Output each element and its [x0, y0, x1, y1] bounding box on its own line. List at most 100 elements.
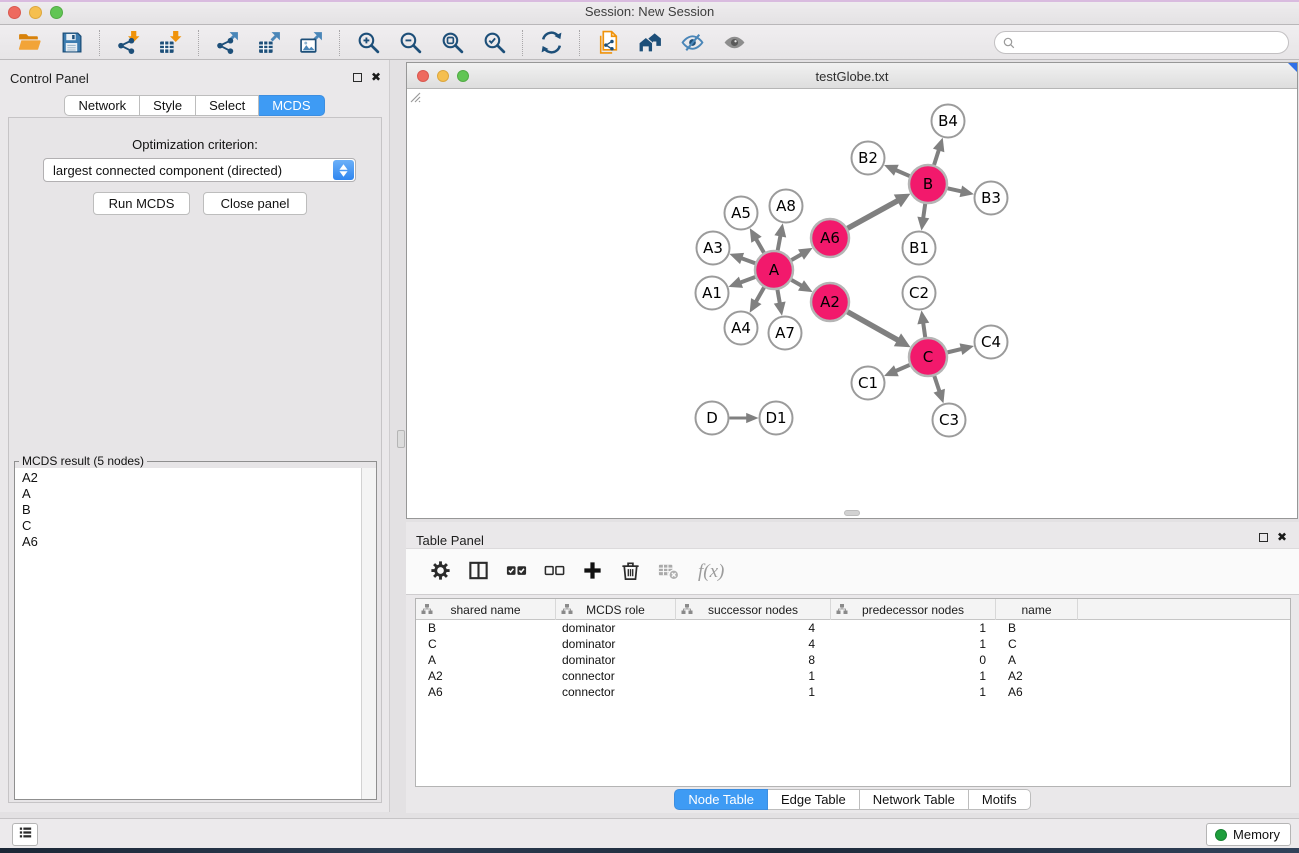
open-file-button[interactable] — [14, 28, 44, 58]
search-input[interactable] — [1021, 33, 1281, 52]
table-row[interactable]: Bdominator41B — [416, 620, 1290, 636]
table-row[interactable]: A6connector11A6 — [416, 684, 1290, 700]
tab-network-table[interactable]: Network Table — [860, 789, 969, 810]
node-C2[interactable]: C2 — [903, 277, 936, 310]
add-button[interactable] — [579, 558, 607, 586]
node-D[interactable]: D — [696, 402, 729, 435]
memory-button[interactable]: Memory — [1206, 823, 1291, 846]
edge-A-A1[interactable] — [728, 277, 755, 288]
mcds-result-item[interactable]: A2 — [15, 470, 361, 486]
resize-grip-icon[interactable] — [407, 89, 421, 103]
gear-button[interactable] — [427, 558, 455, 586]
import-table-button[interactable] — [155, 28, 185, 58]
open-session-file-button[interactable] — [593, 28, 623, 58]
edge-A2-C[interactable] — [847, 312, 910, 347]
table-panel-float-button[interactable] — [1259, 533, 1268, 542]
task-history-button[interactable] — [12, 823, 38, 846]
column-header-successor-nodes[interactable]: successor nodes — [676, 599, 831, 620]
unselect-all-button[interactable] — [541, 558, 569, 586]
trash-button[interactable] — [617, 558, 645, 586]
node-A6[interactable]: A6 — [811, 219, 849, 257]
edge-B-B3[interactable] — [948, 185, 974, 197]
edge-A-A6[interactable] — [791, 248, 812, 260]
edge-C-C1[interactable] — [884, 365, 910, 376]
hide-eye-button[interactable] — [677, 28, 707, 58]
node-C[interactable]: C — [909, 338, 947, 376]
edge-A-A8[interactable] — [774, 223, 786, 250]
node-B1[interactable]: B1 — [903, 232, 936, 265]
node-A[interactable]: A — [755, 251, 793, 289]
table-panel-close-button[interactable]: ✖ — [1277, 532, 1287, 542]
edge-A-A5[interactable] — [750, 228, 764, 253]
node-B[interactable]: B — [909, 165, 947, 203]
node-A8[interactable]: A8 — [770, 190, 803, 223]
node-A1[interactable]: A1 — [696, 277, 729, 310]
control-panel-close-button[interactable]: ✖ — [371, 72, 381, 82]
select-all-button[interactable] — [503, 558, 531, 586]
tab-style[interactable]: Style — [140, 95, 196, 116]
tab-select[interactable]: Select — [196, 95, 259, 116]
column-header-name[interactable]: name — [996, 599, 1078, 620]
export-image-button[interactable] — [296, 28, 326, 58]
node-B4[interactable]: B4 — [932, 105, 965, 138]
tab-network[interactable]: Network — [64, 95, 140, 116]
optimization-dropdown[interactable]: largest connected component (directed) — [43, 158, 356, 182]
tab-node-table[interactable]: Node Table — [674, 789, 768, 810]
close-panel-button[interactable]: Close panel — [203, 192, 307, 215]
edge-B-B1[interactable] — [917, 204, 929, 231]
edge-A-A3[interactable] — [729, 253, 755, 264]
node-D1[interactable]: D1 — [760, 402, 793, 435]
zoom-fit-button[interactable] — [437, 28, 467, 58]
mcds-result-item[interactable]: A — [15, 486, 361, 502]
zoom-selected-button[interactable] — [479, 28, 509, 58]
mcds-result-scrollbar[interactable] — [361, 468, 376, 799]
edge-A-A2[interactable] — [791, 280, 812, 292]
node-A5[interactable]: A5 — [725, 197, 758, 230]
zoom-out-button[interactable] — [395, 28, 425, 58]
fx-function-button[interactable]: f(x) — [698, 561, 724, 583]
edge-A-A4[interactable] — [750, 287, 764, 312]
control-panel-float-button[interactable] — [353, 73, 362, 82]
network-hscrollbar[interactable] — [844, 510, 860, 516]
edge-B-B4[interactable] — [933, 138, 944, 165]
edge-A-A7[interactable] — [774, 290, 786, 316]
refresh-layout-button[interactable] — [536, 28, 566, 58]
splitter-handle[interactable] — [397, 430, 405, 448]
node-B3[interactable]: B3 — [975, 182, 1008, 215]
mcds-result-item[interactable]: C — [15, 518, 361, 534]
edge-D-D1[interactable] — [730, 413, 759, 423]
table-row[interactable]: Cdominator41C — [416, 636, 1290, 652]
export-table-button[interactable] — [254, 28, 284, 58]
node-A2[interactable]: A2 — [811, 283, 849, 321]
column-header-MCDS-role[interactable]: MCDS role — [556, 599, 676, 620]
node-A7[interactable]: A7 — [769, 317, 802, 350]
edge-C-C3[interactable] — [934, 376, 945, 403]
network-canvas[interactable]: B4 B2 B B3 B1 A5 A8A6 A3 A A1 A2 C2 A4 A7 C C4 C1 C3 D D1 — [407, 89, 1297, 518]
save-session-button[interactable] — [56, 28, 86, 58]
home-view-button[interactable] — [635, 28, 665, 58]
edge-C-C2[interactable] — [917, 310, 929, 337]
table-row[interactable]: Adominator80A — [416, 652, 1290, 668]
edge-B-B2[interactable] — [884, 165, 910, 176]
node-C1[interactable]: C1 — [852, 367, 885, 400]
import-network-button[interactable] — [113, 28, 143, 58]
table-row[interactable]: A2connector11A2 — [416, 668, 1290, 684]
mcds-result-item[interactable]: B — [15, 502, 361, 518]
tab-motifs[interactable]: Motifs — [969, 789, 1031, 810]
node-C4[interactable]: C4 — [975, 326, 1008, 359]
run-mcds-button[interactable]: Run MCDS — [93, 192, 190, 215]
column-header-shared-name[interactable]: shared name — [416, 599, 556, 620]
node-B2[interactable]: B2 — [852, 142, 885, 175]
edge-A6-B[interactable] — [848, 194, 911, 229]
column-header-predecessor-nodes[interactable]: predecessor nodes — [831, 599, 996, 620]
tab-edge-table[interactable]: Edge Table — [768, 789, 860, 810]
tab-mcds[interactable]: MCDS — [259, 95, 324, 116]
delete-table-button[interactable] — [655, 558, 683, 586]
node-A4[interactable]: A4 — [725, 312, 758, 345]
node-C3[interactable]: C3 — [933, 404, 966, 437]
node-A3[interactable]: A3 — [697, 232, 730, 265]
mcds-result-item[interactable]: A6 — [15, 534, 361, 550]
columns-button[interactable] — [465, 558, 493, 586]
edge-C-C4[interactable] — [947, 343, 974, 355]
zoom-in-button[interactable] — [353, 28, 383, 58]
